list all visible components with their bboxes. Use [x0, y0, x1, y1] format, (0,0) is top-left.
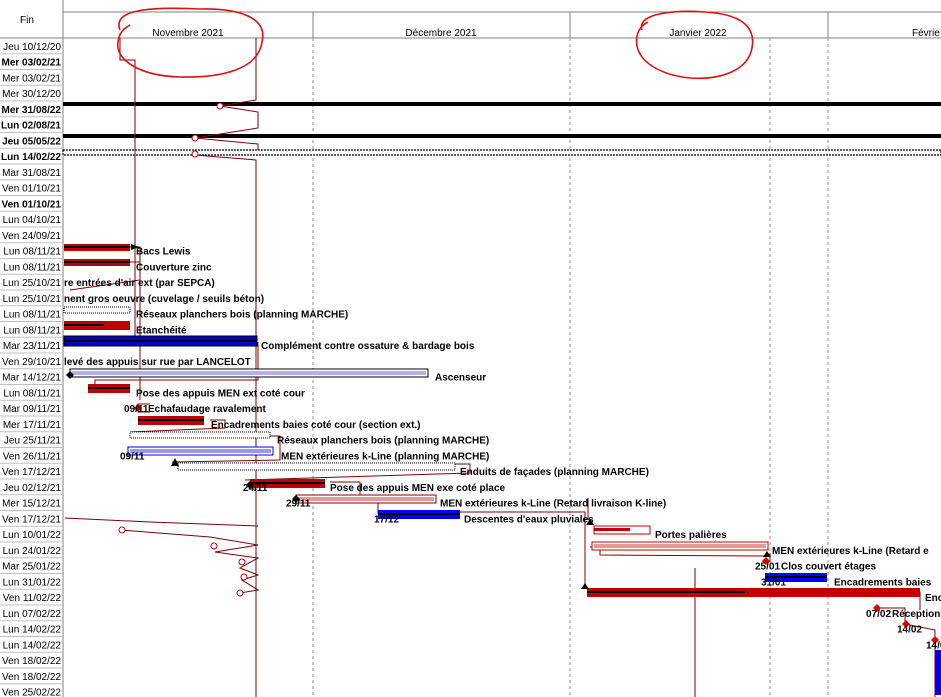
task-bar[interactable]	[63, 306, 131, 314]
task-label: Complément contre ossature & bardage boi…	[261, 341, 475, 352]
fin-date-cell[interactable]: Jeu 05/05/22	[2, 136, 61, 147]
task-label: Couverture zinc	[136, 262, 212, 273]
fin-date-cell[interactable]: Mar 25/01/22	[2, 562, 61, 573]
fin-date-cell[interactable]: Lun 08/11/21	[3, 388, 61, 399]
month-label-feb: Févrie	[912, 28, 940, 39]
fin-date-cell[interactable]: Lun 24/01/22	[3, 546, 62, 557]
fin-date-cell[interactable]: Lun 31/01/22	[3, 577, 62, 588]
fin-date-cell[interactable]: Lun 14/02/22	[1, 152, 61, 163]
fin-date-cell[interactable]: Ven 01/10/21	[2, 199, 62, 210]
fin-date-cell[interactable]: Lun 25/10/21	[3, 278, 62, 289]
fin-date-cell[interactable]: Mer 03/02/21	[2, 58, 62, 69]
task-label: Ascenseur	[435, 373, 486, 384]
summary-bar[interactable]	[63, 102, 941, 106]
fin-date-cell[interactable]: Mer 30/12/20	[2, 89, 61, 100]
fin-date-cell[interactable]: Lun 08/11/21	[3, 262, 61, 273]
fin-date-cell[interactable]: Lun 08/11/21	[3, 310, 61, 321]
task-label: Etanchéité	[136, 325, 187, 336]
fin-column-header[interactable]: Fin	[20, 15, 34, 26]
gantt-chart: Fin Novembre 2021 Décembre 2021 Janvier …	[0, 0, 941, 697]
task-label: MEN extérieures k-Line (Retard e	[772, 546, 929, 557]
fin-date-cell[interactable]: Mar 23/11/21	[3, 341, 62, 352]
month-label-jan: Janvier 2022	[669, 28, 727, 39]
fin-date-cell[interactable]: Jeu 02/12/21	[3, 483, 61, 494]
task-label: MEN extérieures k-Line (planning MARCHE)	[281, 451, 489, 462]
fin-date-cell[interactable]: Lun 08/11/21	[3, 325, 61, 336]
task-date-label: 09/11	[120, 451, 145, 462]
fin-date-cell[interactable]: Lun 14/02/22	[3, 640, 62, 651]
task-label: Réseaux planchers bois (planning MARCHE)	[277, 436, 489, 447]
annotation-circle-january	[635, 10, 754, 80]
fin-date-cell[interactable]: Lun 14/02/22	[3, 625, 62, 636]
task-date-label: 09/11	[124, 404, 149, 415]
task-label: Enduits de façades (planning MARCHE)	[460, 467, 649, 478]
task-label: Bacs Lewis	[136, 247, 191, 258]
fin-date-cell[interactable]: Ven 18/02/22	[2, 656, 61, 667]
fin-date-cell[interactable]: Mar 14/12/21	[2, 373, 61, 384]
fin-date-cell[interactable]: Ven 29/10/21	[2, 357, 61, 368]
fin-date-cell[interactable]: Mer 17/11/21	[3, 420, 62, 431]
annotation-circles	[117, 7, 754, 80]
month-label-nov: Novembre 2021	[152, 28, 224, 39]
task-label: Encadrements baies coté cour (section ex…	[211, 420, 421, 431]
fin-date-cell[interactable]: Ven 11/02/22	[3, 593, 62, 604]
fin-date-cell[interactable]: Ven 18/02/22	[2, 672, 61, 683]
task-bar[interactable]	[177, 462, 456, 471]
task-label: Echafaudage ravalement	[148, 404, 266, 415]
fin-date-cell[interactable]: Mar 09/11/21	[3, 404, 62, 415]
fin-date-cell[interactable]: Lun 04/10/21	[3, 215, 62, 226]
task-label: Descentes d'eaux pluviales	[464, 514, 594, 525]
task-label: Pose des appuis MEN ext coté cour	[136, 388, 305, 399]
task-label: Encadrements baies	[834, 577, 932, 588]
task-label: MEN extérieures k-Line (Retard livraison…	[440, 499, 666, 510]
fin-date-cell[interactable]: Lun 08/11/21	[3, 247, 61, 258]
month-label-dec: Décembre 2021	[405, 28, 477, 39]
task-date-label: 14/02	[897, 625, 922, 636]
task-label: nent gros oeuvre (cuvelage / seuils béto…	[64, 294, 264, 305]
task-date-label: 24/11	[243, 483, 268, 494]
task-label: re entrées d'air ext (par SEPCA)	[64, 278, 215, 289]
fin-date-cell[interactable]: Jeu 10/12/20	[3, 42, 61, 53]
task-date-label: 07/02	[866, 609, 891, 620]
task-label: Clos couvert étages	[781, 562, 876, 573]
fin-date-cell[interactable]: Mer 15/12/21	[2, 499, 61, 510]
fin-date-cell[interactable]: Lun 07/02/22	[3, 609, 62, 620]
task-label: Portes palières	[655, 530, 727, 541]
task-date-label: 29/11	[286, 499, 311, 510]
fin-date-cell[interactable]: Lun 02/08/21	[1, 121, 61, 132]
task-label: Réseaux planchers bois (planning MARCHE)	[136, 310, 348, 321]
fin-date-cell[interactable]: Mar 31/08/21	[2, 168, 61, 179]
summary-bars	[62, 102, 941, 156]
task-bar[interactable]	[129, 431, 271, 439]
task-date-label: 31/01	[761, 577, 786, 588]
task-date-label: 25/01	[755, 562, 780, 573]
fin-date-cell[interactable]: Ven 17/12/21	[2, 514, 61, 525]
fin-date-cell[interactable]: Lun 25/10/21	[3, 294, 62, 305]
fin-date-cell[interactable]: Mer 03/02/21	[2, 73, 61, 84]
task-label: Enc	[925, 593, 941, 604]
link-circles	[118, 102, 248, 597]
task-label: Réception	[892, 609, 940, 620]
fin-date-cell[interactable]: Ven 17/12/21	[2, 467, 61, 478]
fin-date-cell[interactable]: Lun 10/01/22	[3, 530, 62, 541]
fin-date-cell[interactable]: Ven 01/10/21	[2, 184, 61, 195]
task-bar[interactable]	[935, 650, 941, 695]
fin-date-cell[interactable]: Ven 24/09/21	[2, 231, 61, 242]
fin-date-cell[interactable]: Jeu 25/11/21	[4, 436, 62, 447]
fin-date-cell[interactable]: Mer 31/08/22	[2, 105, 62, 116]
task-date-label: 14/02	[926, 640, 941, 651]
task-label: levé des appuis sur rue par LANCELOT	[64, 357, 251, 368]
fin-date-cell[interactable]: Ven 25/02/22	[2, 688, 61, 697]
task-date-label: 17/12	[374, 514, 399, 525]
fin-date-cell[interactable]: Ven 26/11/21	[3, 451, 62, 462]
task-label: Pose des appuis MEN exe coté place	[330, 483, 506, 494]
annotation-circle-november	[117, 7, 264, 78]
